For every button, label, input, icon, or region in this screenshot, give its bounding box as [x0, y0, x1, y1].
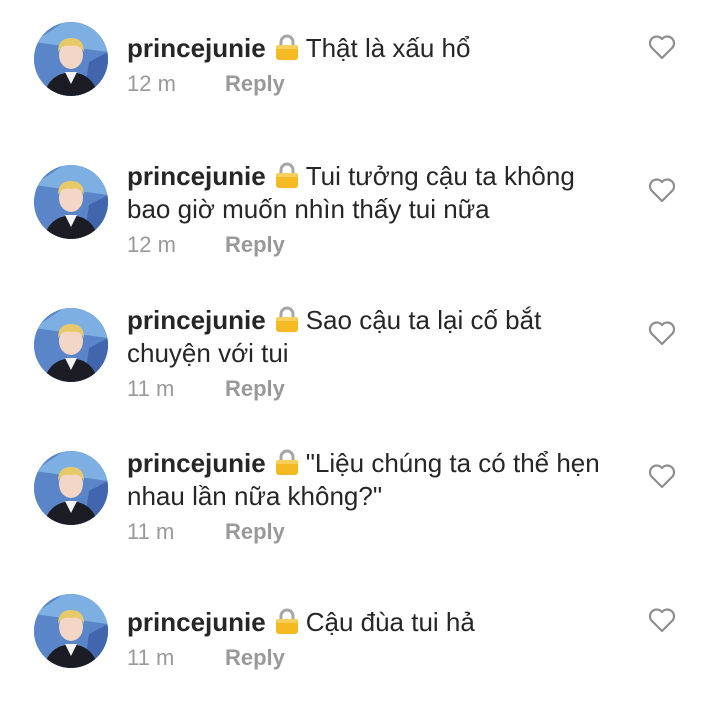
avatar-image [34, 594, 108, 668]
timestamp: 11 m [127, 645, 175, 670]
avatar[interactable] [34, 22, 108, 96]
username[interactable]: princejunie [127, 33, 266, 63]
heart-outline-icon[interactable] [648, 177, 676, 203]
comment-text-line: princejunie Tui tưởng cậu ta không bao gi… [127, 160, 607, 226]
avatar[interactable] [34, 594, 108, 668]
reply-button[interactable]: Reply [225, 519, 285, 545]
reply-button[interactable]: Reply [225, 71, 285, 97]
avatar[interactable] [34, 451, 108, 525]
lock-icon [275, 34, 298, 60]
comment-text-line: princejunie Thật là xấu hổ [127, 32, 607, 65]
comment-body: princejunie Cậu đùa tui hả 11 m Reply [127, 606, 607, 671]
comment-text-line: princejunie "Liệu chúng ta có thể hẹn nha… [127, 447, 607, 513]
username[interactable]: princejunie [127, 161, 266, 191]
avatar[interactable] [34, 165, 108, 239]
heart-outline-icon[interactable] [648, 320, 676, 346]
timestamp: 11 m [127, 519, 175, 544]
avatar-image [34, 22, 108, 96]
comment-message: Thật là xấu hổ [305, 33, 471, 63]
lock-icon [275, 306, 298, 332]
username[interactable]: princejunie [127, 607, 266, 637]
username[interactable]: princejunie [127, 448, 266, 478]
reply-button[interactable]: Reply [225, 645, 285, 671]
comment-meta: 11 m Reply [127, 645, 607, 671]
username[interactable]: princejunie [127, 305, 266, 335]
comment-meta: 11 m Reply [127, 376, 607, 402]
comment-message: Cậu đùa tui hả [305, 607, 475, 637]
comment-body: princejunie Tui tưởng cậu ta không bao gi… [127, 160, 607, 258]
heart-outline-icon[interactable] [648, 607, 676, 633]
comment-text-line: princejunie Cậu đùa tui hả [127, 606, 607, 639]
reply-button[interactable]: Reply [225, 376, 285, 402]
heart-outline-icon[interactable] [648, 463, 676, 489]
comment-meta: 12 m Reply [127, 232, 607, 258]
lock-icon [275, 162, 298, 188]
heart-outline-icon[interactable] [648, 34, 676, 60]
comment-text-line: princejunie Sao cậu ta lại cố bắt chuyện … [127, 304, 607, 370]
comment-meta: 11 m Reply [127, 519, 607, 545]
comment-body: princejunie Thật là xấu hổ 12 m Reply [127, 32, 607, 97]
lock-icon [275, 449, 298, 475]
avatar[interactable] [34, 308, 108, 382]
avatar-image [34, 451, 108, 525]
avatar-image [34, 308, 108, 382]
timestamp: 12 m [127, 232, 176, 257]
comment-body: princejunie Sao cậu ta lại cố bắt chuyện … [127, 304, 607, 402]
timestamp: 12 m [127, 71, 176, 96]
timestamp: 11 m [127, 376, 175, 401]
comment-meta: 12 m Reply [127, 71, 607, 97]
lock-icon [275, 608, 298, 634]
reply-button[interactable]: Reply [225, 232, 285, 258]
avatar-image [34, 165, 108, 239]
comment-body: princejunie "Liệu chúng ta có thể hẹn nha… [127, 447, 607, 545]
